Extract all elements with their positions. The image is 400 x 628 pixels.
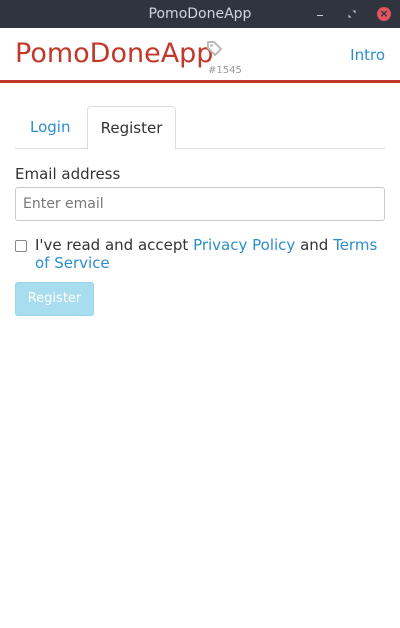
build-number: #1545	[208, 65, 242, 76]
agree-and: and	[300, 236, 329, 254]
intro-link[interactable]: Intro	[350, 46, 385, 64]
window-title: PomoDoneApp	[148, 6, 252, 22]
email-label: Email address	[15, 165, 121, 183]
tab-register[interactable]: Register	[87, 106, 176, 150]
privacy-policy-link[interactable]: Privacy Policy	[193, 236, 295, 254]
agree-checkbox[interactable]	[15, 240, 27, 252]
restore-icon[interactable]	[344, 6, 360, 22]
agree-prefix: I've read and accept	[35, 236, 189, 254]
tag-icon	[207, 41, 222, 56]
tab-login[interactable]: Login	[15, 106, 85, 149]
window-titlebar: PomoDoneApp ×	[0, 0, 400, 28]
app-brand: PomoDoneApp	[15, 38, 214, 69]
minimize-icon[interactable]	[312, 6, 328, 22]
close-icon[interactable]: ×	[376, 6, 392, 22]
register-button[interactable]: Register	[15, 282, 94, 316]
auth-tabs: Login Register	[15, 106, 385, 150]
app-header: PomoDoneApp #1545 Intro	[0, 28, 400, 83]
agree-text: I've read and accept Privacy Policy and …	[35, 236, 385, 272]
email-field[interactable]	[15, 187, 385, 221]
